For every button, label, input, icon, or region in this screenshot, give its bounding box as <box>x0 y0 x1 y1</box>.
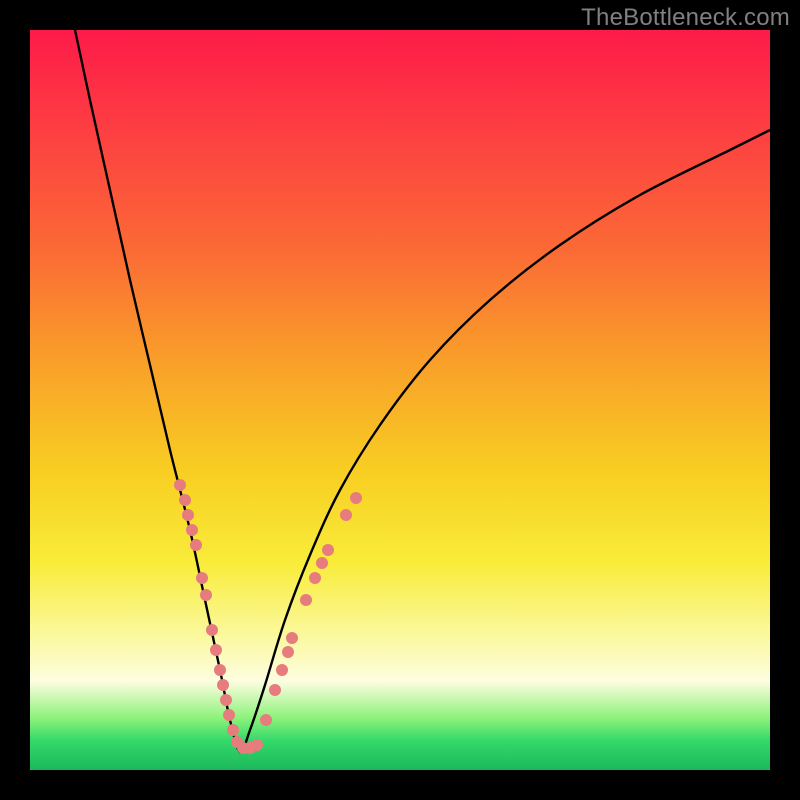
bead-marker <box>179 494 191 506</box>
chart-svg <box>30 30 770 770</box>
bead-marker <box>316 557 328 569</box>
chart-frame: TheBottleneck.com <box>0 0 800 800</box>
beads-left-group <box>174 479 263 754</box>
bead-marker <box>210 644 222 656</box>
bead-marker <box>220 694 232 706</box>
bead-marker <box>182 509 194 521</box>
bead-marker <box>269 684 281 696</box>
bead-marker <box>196 572 208 584</box>
bottleneck-curve <box>75 30 770 752</box>
bead-marker <box>223 709 235 721</box>
bead-marker <box>276 664 288 676</box>
bead-marker <box>260 714 272 726</box>
bead-marker <box>174 479 186 491</box>
bead-marker <box>217 679 229 691</box>
beads-right-group <box>260 492 362 726</box>
bead-marker <box>186 524 198 536</box>
bead-marker <box>200 589 212 601</box>
bead-marker <box>309 572 321 584</box>
bead-marker <box>322 544 334 556</box>
bead-marker <box>350 492 362 504</box>
bead-marker <box>340 509 352 521</box>
bead-marker <box>286 632 298 644</box>
bead-marker <box>206 624 218 636</box>
bead-marker <box>251 739 263 751</box>
bead-marker <box>214 664 226 676</box>
bead-marker <box>190 539 202 551</box>
bead-marker <box>282 646 294 658</box>
plot-area <box>30 30 770 770</box>
watermark-text: TheBottleneck.com <box>581 4 790 32</box>
bead-marker <box>300 594 312 606</box>
bead-marker <box>227 724 239 736</box>
